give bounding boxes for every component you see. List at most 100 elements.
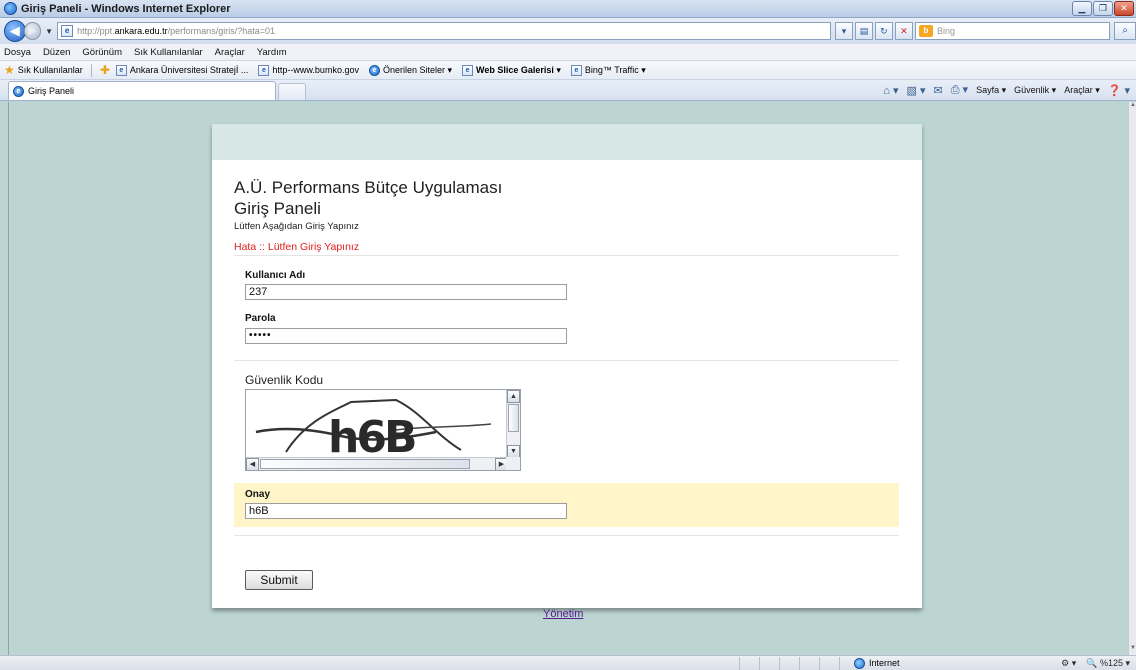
divider (234, 360, 899, 361)
divider (234, 535, 899, 536)
search-placeholder: Bing (936, 26, 955, 36)
password-input[interactable]: ••••• (245, 328, 567, 344)
minimize-button[interactable]: ▁ (1072, 1, 1092, 16)
scroll-down-icon[interactable]: ▼ (1129, 645, 1136, 655)
username-input[interactable] (245, 284, 567, 300)
window-titlebar: Giriş Paneli - Windows Internet Explorer… (0, 0, 1136, 18)
forward-button[interactable]: ▶ (23, 22, 42, 40)
bing-icon: b (918, 25, 933, 37)
address-dropdown-icon[interactable]: ▾ (834, 22, 853, 40)
scroll-up-icon[interactable]: ▲ (507, 390, 520, 403)
admin-link[interactable]: Yönetim (543, 608, 583, 620)
menu-help[interactable]: Yardım (257, 47, 287, 58)
address-url[interactable]: http://ppt.ankara.edu.tr/performans/giri… (77, 26, 275, 36)
scroll-thumb[interactable] (260, 459, 470, 469)
zoom-level[interactable]: 🔍 %125 ▾ (1086, 658, 1130, 669)
page-icon: e (61, 25, 74, 37)
error-message: Hata :: Lütfen Giriş Yapınız (234, 241, 360, 253)
status-cell (760, 656, 780, 670)
address-tools: ▾ ▤ ↻ ✕ (834, 22, 913, 40)
login-panel: A.Ü. Performans Bütçe Uygulaması Giriş P… (212, 124, 922, 608)
favorite-item[interactable]: e Bing™ Traffic ▾ (570, 64, 646, 76)
security-code-label: Güvenlik Kodu (245, 373, 324, 387)
panel-title: Giriş Paneli (234, 199, 321, 218)
app-title: A.Ü. Performans Bütçe Uygulaması (234, 178, 503, 197)
scroll-up-icon[interactable]: ▲ (1129, 102, 1136, 112)
favorites-bar: ★ Sık Kullanılanlar ✚ e Ankara Üniversite… (0, 61, 1136, 80)
tab-giris-paneli[interactable]: e Giriş Paneli (8, 81, 276, 100)
status-bar: Internet ⚙ ▾ 🔍 %125 ▾ (0, 655, 1136, 670)
address-toolbar: ◀ ▶ ▼ e http://ppt.ankara.edu.tr/perform… (0, 18, 1136, 44)
status-text-area (0, 656, 740, 670)
divider (234, 255, 899, 256)
menu-view[interactable]: Görünüm (82, 47, 122, 58)
ie-logo-icon (4, 2, 17, 15)
add-favorite-icon[interactable]: ✚ (100, 63, 110, 77)
status-cell (780, 656, 800, 670)
tab-row: e Giriş Paneli ⌂ ▾ ▧ ▾ ✉ ⎙ ▾ Sayfa ▾ Güv… (0, 80, 1136, 101)
menu-edit[interactable]: Düzen (43, 47, 70, 58)
submit-button[interactable]: Submit (245, 570, 313, 590)
favorite-item[interactable]: e http--www.bumko.gov (258, 64, 359, 76)
protected-mode-icon[interactable]: ⚙ ▾ (1061, 658, 1076, 669)
favorites-star-icon[interactable]: ★ (4, 63, 15, 77)
page-viewport: A.Ü. Performans Bütçe Uygulaması Giriş P… (8, 102, 1128, 655)
zone-label: Internet (869, 658, 900, 668)
search-box[interactable]: b Bing (914, 22, 1111, 40)
refresh-icon[interactable]: ↻ (874, 22, 893, 40)
tab-label: Giriş Paneli (28, 86, 75, 96)
favorites-separator (90, 63, 92, 77)
address-bar[interactable]: e http://ppt.ankara.edu.tr/performans/gi… (57, 22, 831, 40)
favorite-item[interactable]: e Ankara Üniversitesi Stratejİ ... (115, 64, 248, 76)
close-button[interactable]: ✕ (1114, 1, 1134, 16)
scroll-left-icon[interactable]: ◀ (246, 458, 259, 470)
password-label: Parola (245, 313, 276, 324)
feeds-icon[interactable]: ▧ ▾ (907, 84, 926, 97)
page-icon: e (462, 64, 474, 76)
status-cell (800, 656, 820, 670)
subtitle: Lütfen Aşağıdan Giriş Yapınız (234, 221, 359, 232)
captcha-horizontal-scrollbar[interactable]: ◀ ▶ (246, 457, 508, 470)
compatibility-view-icon[interactable]: ▤ (854, 22, 873, 40)
help-icon[interactable]: ❓ ▾ (1108, 84, 1130, 97)
page-vertical-scrollbar[interactable]: ▲ ▼ (1128, 102, 1136, 655)
menu-tools[interactable]: Araçlar (215, 47, 245, 58)
tools-menu[interactable]: Araçlar ▾ (1064, 85, 1100, 96)
ie-icon: e (13, 85, 24, 97)
new-tab-button[interactable] (278, 83, 306, 100)
home-icon[interactable]: ⌂ ▾ (883, 84, 898, 97)
print-icon[interactable]: ⎙ ▾ (951, 83, 968, 97)
safety-menu[interactable]: Güvenlik ▾ (1014, 85, 1056, 96)
status-cell (820, 656, 840, 670)
command-bar: ⌂ ▾ ▧ ▾ ✉ ⎙ ▾ Sayfa ▾ Güvenlik ▾ Araçlar… (883, 83, 1130, 97)
restore-button[interactable]: ❐ (1093, 1, 1113, 16)
back-button[interactable]: ◀ (4, 20, 26, 42)
window-title: Giriş Paneli - Windows Internet Explorer (21, 2, 231, 15)
zoom-icon: 🔍 (1086, 657, 1098, 668)
username-label: Kullanıcı Adı (245, 270, 306, 281)
recent-pages-dropdown-icon[interactable]: ▼ (45, 27, 53, 36)
menu-file[interactable]: Dosya (4, 47, 31, 58)
search-button[interactable]: ⌕ (1114, 22, 1136, 40)
favorite-item[interactable]: e Web Slice Galerisi ▾ (462, 64, 561, 76)
confirm-section: Onay (234, 483, 899, 527)
panel-header (212, 124, 922, 160)
page-menu[interactable]: Sayfa ▾ (976, 85, 1006, 96)
confirm-input[interactable] (245, 503, 567, 519)
scroll-thumb[interactable] (508, 404, 519, 432)
favorites-label[interactable]: Sık Kullanılanlar (18, 65, 83, 75)
page-icon: e (258, 64, 270, 76)
security-zone[interactable]: Internet (854, 657, 900, 669)
page-icon: e (570, 64, 582, 76)
status-cell (740, 656, 760, 670)
ie-icon: e (368, 64, 380, 76)
favorite-item[interactable]: e Önerilen Siteler ▾ (368, 64, 452, 76)
menu-favorites[interactable]: Sık Kullanılanlar (134, 47, 203, 58)
page-icon: e (115, 64, 127, 76)
captcha-vertical-scrollbar[interactable]: ▲ ▼ (506, 390, 520, 458)
captcha-text: h6B (328, 412, 415, 458)
captcha-image: h6B (255, 398, 492, 458)
stop-icon[interactable]: ✕ (894, 22, 913, 40)
mail-icon[interactable]: ✉ (933, 84, 942, 97)
globe-icon (854, 657, 865, 669)
